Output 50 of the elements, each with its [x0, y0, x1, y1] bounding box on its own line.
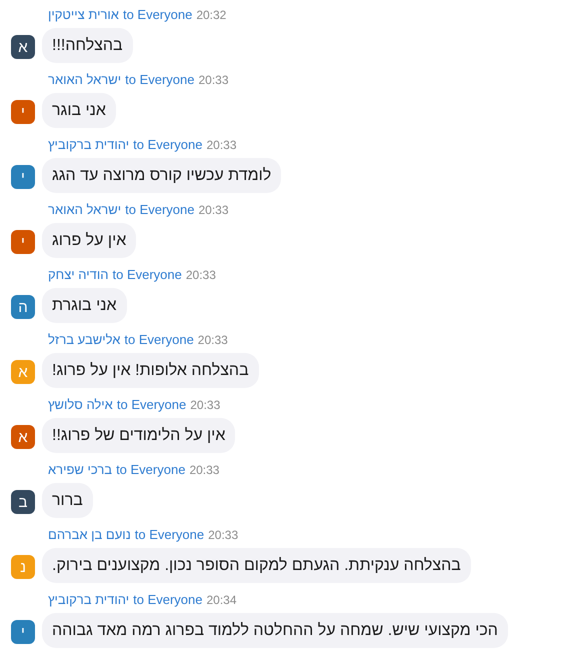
- message-time: 20:33: [208, 527, 238, 544]
- avatar: י: [11, 230, 35, 254]
- message-time: 20:33: [189, 462, 220, 479]
- recipient-label: to Everyone: [122, 6, 192, 24]
- avatar: ב: [11, 490, 35, 514]
- message-bubble: אני בוגר: [42, 93, 116, 128]
- sender-name: ישראל האואר: [48, 201, 122, 219]
- recipient-label: to Everyone: [125, 201, 194, 219]
- message-bubble: ברור: [42, 483, 93, 518]
- message-bubble: בהצלחה!!!: [42, 28, 133, 63]
- sender-name: יהודית ברקוביץ: [48, 591, 130, 609]
- message-time: 20:33: [186, 267, 216, 284]
- recipient-label: to Everyone: [125, 71, 194, 89]
- message-time: 20:34: [206, 592, 237, 609]
- sender-name: יהודית ברקוביץ: [48, 136, 130, 154]
- message-time: 20:33: [198, 202, 229, 219]
- message-time: 20:33: [198, 72, 229, 89]
- sender-name: אלישבע ברזל: [48, 331, 120, 349]
- message-bubble: בהצלחה אלופות! אין על פרוג!: [42, 353, 259, 388]
- recipient-label: to Everyone: [124, 331, 194, 349]
- message-time: 20:33: [190, 397, 220, 414]
- avatar: י: [11, 100, 35, 124]
- avatar: א: [11, 425, 35, 449]
- recipient-label: to Everyone: [134, 526, 204, 544]
- message-bubble: אין על פרוג: [42, 223, 136, 258]
- avatar: נ: [11, 555, 35, 579]
- avatar: א: [11, 35, 35, 59]
- sender-name: הודיה יצחק: [48, 266, 108, 284]
- recipient-label: to Everyone: [116, 396, 186, 414]
- message-bubble: אין על הלימודים של פרוג!!: [42, 418, 236, 453]
- sender-name: נועם בן אברהם: [48, 526, 131, 544]
- recipient-label: to Everyone: [112, 266, 182, 284]
- avatar: י: [11, 620, 35, 644]
- avatar: ה: [11, 295, 35, 319]
- recipient-label: to Everyone: [133, 591, 202, 609]
- sender-name: ישראל האואר: [48, 71, 122, 89]
- message-bubble: הכי מקצועי שיש. שמחה על ההחלטה ללמוד בפרוג רמה מאד גבוהה: [42, 613, 508, 648]
- message-bubble: לומדת עכשיו קורס מרוצה עד הגג: [42, 158, 282, 193]
- avatar: א: [11, 360, 35, 384]
- message-time: 20:33: [198, 332, 228, 349]
- sender-name: ברכי שפירא: [48, 461, 112, 479]
- message-bubble: בהצלחה ענקיתת. הגעתם למקום הסופר נכון. מקצוענים בירוק.: [42, 548, 471, 583]
- message-time: 20:33: [206, 137, 237, 154]
- recipient-label: to Everyone: [133, 136, 202, 154]
- recipient-label: to Everyone: [116, 461, 186, 479]
- avatar: י: [11, 165, 35, 189]
- message-bubble: אני בוגרת: [42, 288, 126, 323]
- sender-name: אורית צייטקין: [48, 6, 119, 24]
- sender-name: אילה סלושץ: [48, 396, 113, 414]
- message-time: 20:32: [196, 7, 226, 24]
